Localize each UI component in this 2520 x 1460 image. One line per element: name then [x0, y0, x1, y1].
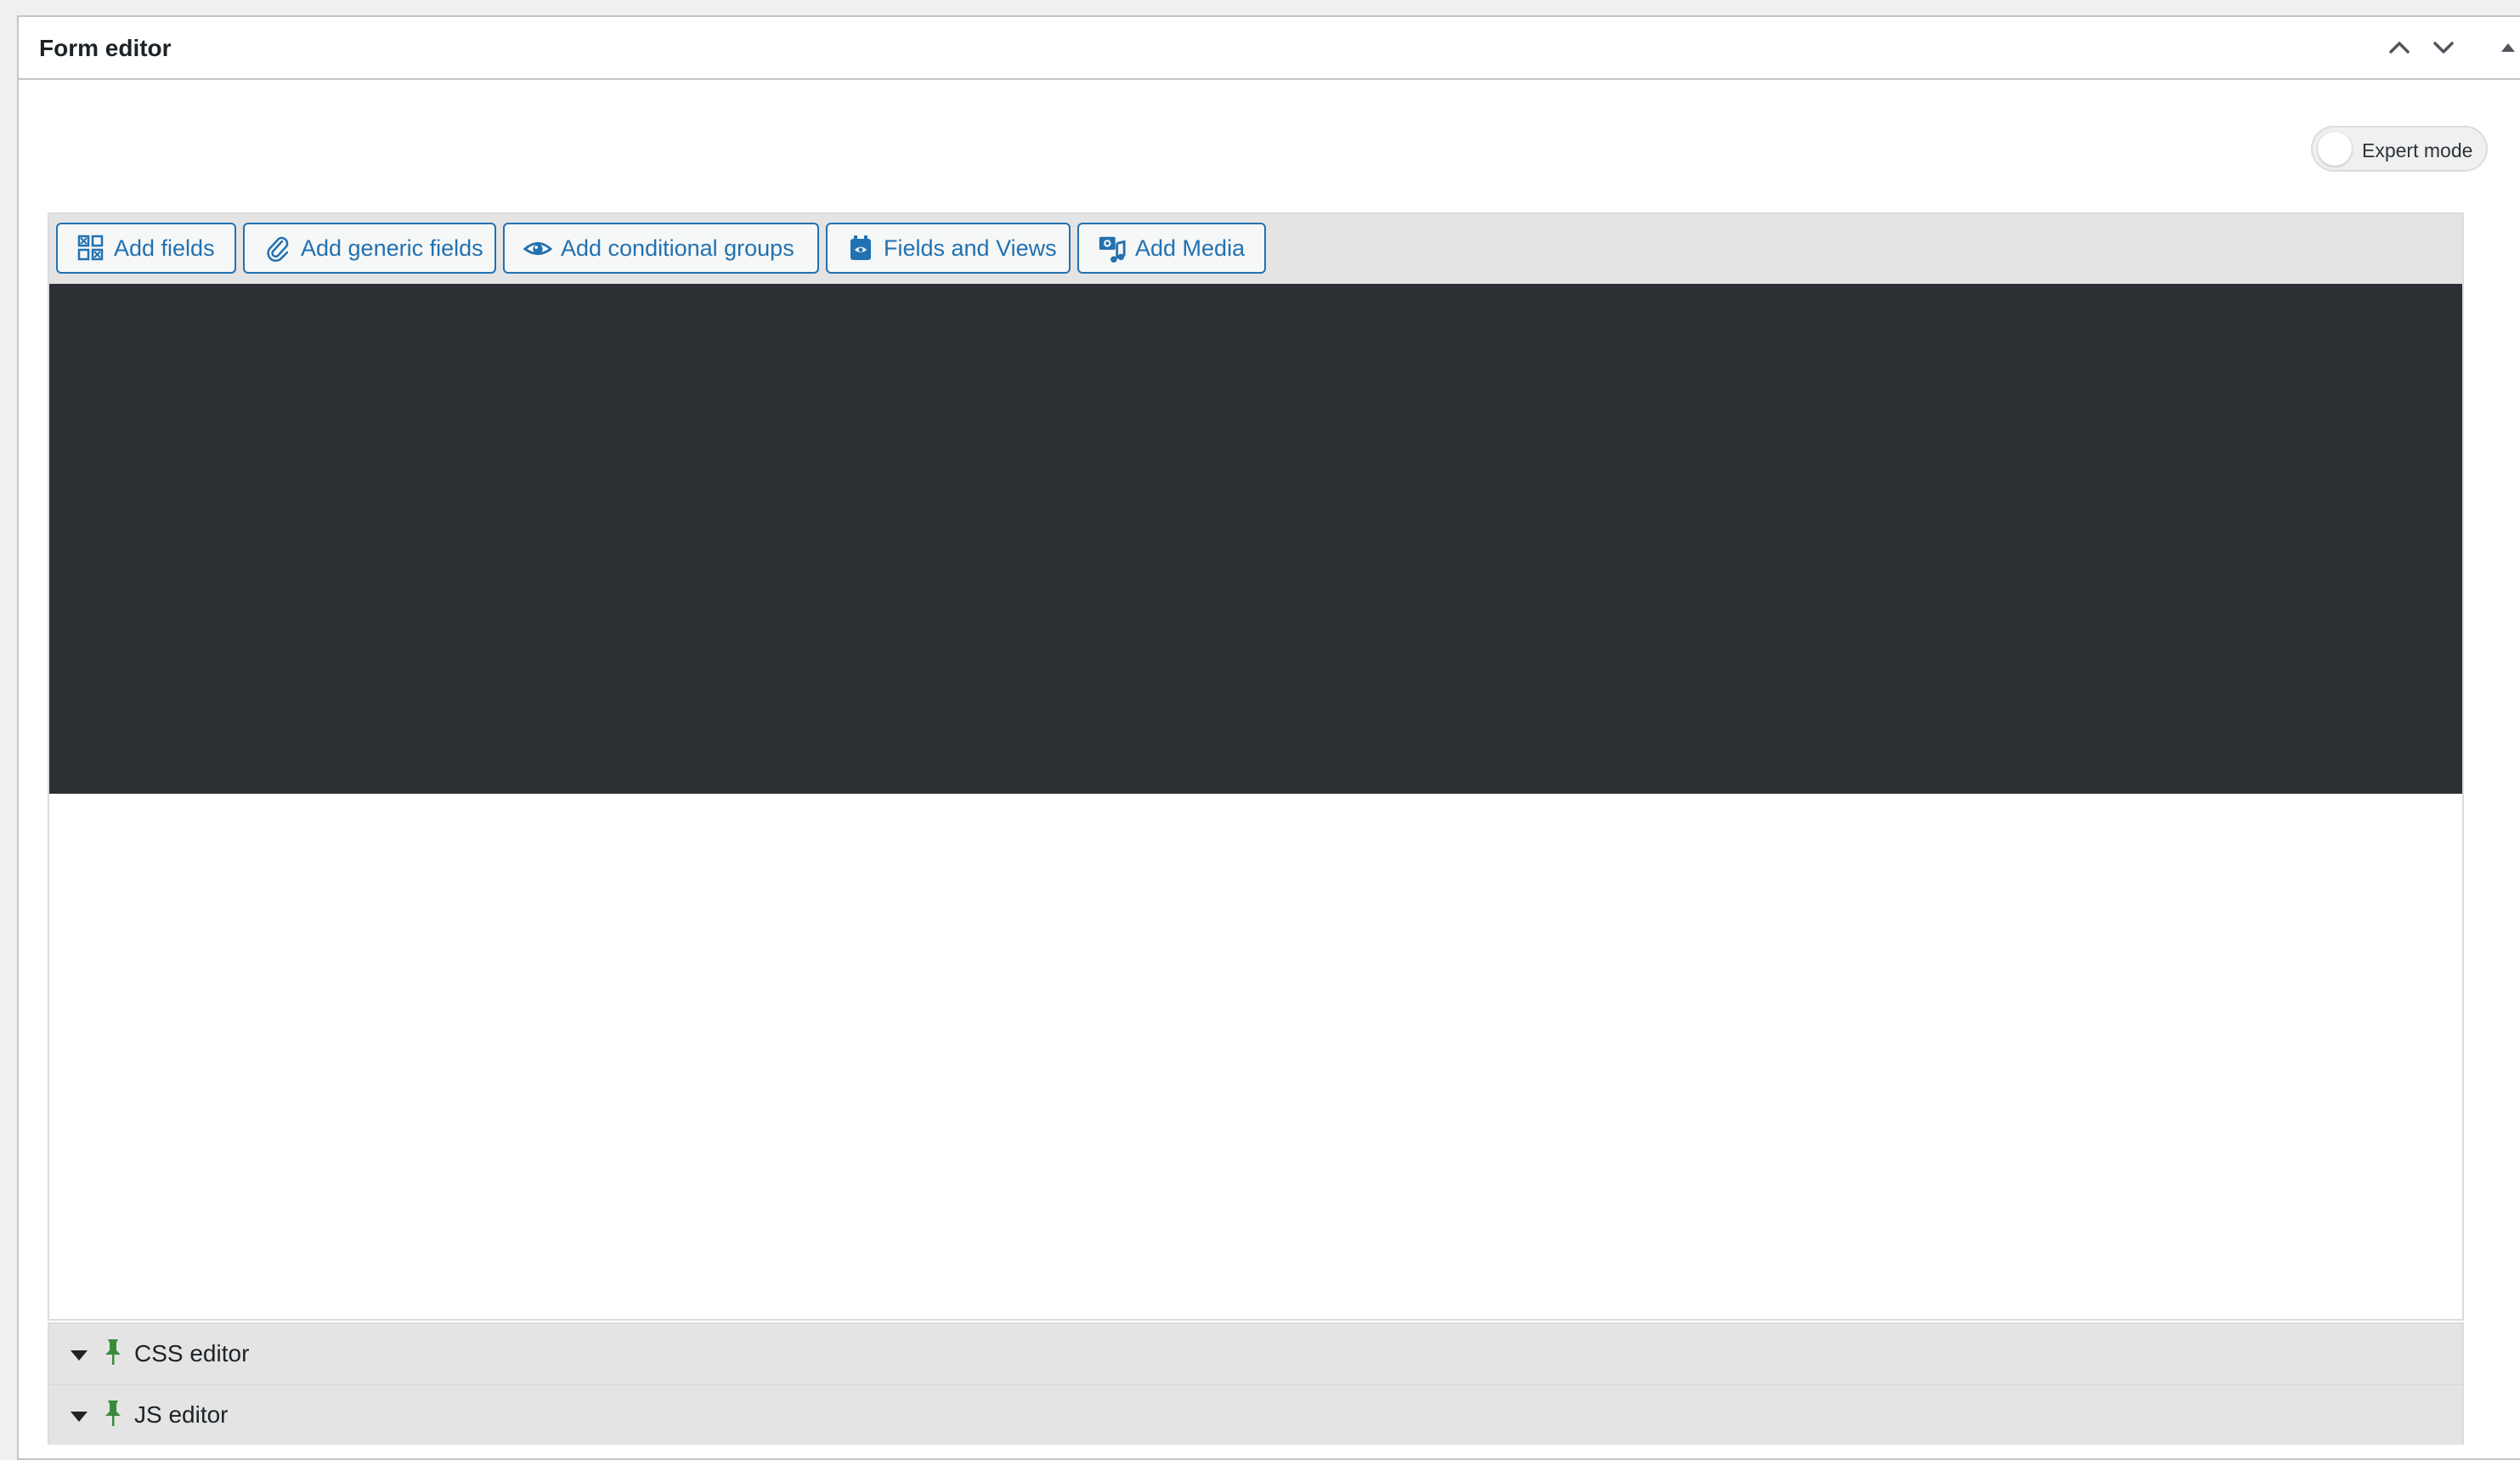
add-generic-fields-button[interactable]: Add generic fields	[243, 223, 496, 274]
fields-and-views-button[interactable]: Fields and Views	[826, 223, 1071, 274]
add-media-button[interactable]: Add Media	[1077, 223, 1266, 274]
paperclip-icon	[263, 234, 292, 263]
pin-icon	[105, 1339, 121, 1365]
add-conditional-groups-button[interactable]: Add conditional groups	[503, 223, 819, 274]
js-editor-label: JS editor	[134, 1401, 229, 1428]
caret-down-icon	[71, 1412, 88, 1422]
code-editor[interactable]	[49, 284, 2462, 794]
chevron-down-icon	[2433, 42, 2454, 54]
panel-header: Form editor	[19, 17, 2520, 80]
add-media-label: Add Media	[1135, 235, 1246, 261]
chevron-up-icon	[2389, 42, 2410, 54]
css-editor-toggle[interactable]: CSS editor	[48, 1322, 2464, 1384]
editor-content-area[interactable]	[49, 794, 2462, 1319]
expert-mode-toggle[interactable]: Expert mode	[2311, 126, 2488, 172]
js-editor-toggle[interactable]: JS editor	[48, 1384, 2464, 1445]
add-fields-button[interactable]: Add fields	[56, 223, 236, 274]
fields-grid-icon	[76, 234, 105, 263]
css-editor-label: CSS editor	[134, 1340, 250, 1367]
form-editor: Add fields Add generic fields Add condit…	[48, 212, 2464, 1321]
move-down-button[interactable]	[2425, 29, 2462, 66]
expert-mode-label: Expert mode	[2362, 139, 2473, 161]
media-icon	[1098, 234, 1127, 263]
collapse-panel-button[interactable]	[2489, 29, 2520, 66]
editor-toolbar: Add fields Add generic fields Add condit…	[49, 214, 2462, 284]
move-up-button[interactable]	[2381, 29, 2418, 66]
toggle-knob	[2318, 132, 2352, 166]
add-fields-label: Add fields	[114, 235, 215, 261]
triangle-up-icon	[2501, 43, 2515, 52]
panel-title: Form editor	[39, 35, 172, 61]
pin-icon	[105, 1401, 121, 1426]
eye-icon	[523, 234, 552, 263]
calendar-icon	[846, 234, 875, 263]
caret-down-icon	[71, 1350, 88, 1361]
add-conditional-groups-label: Add conditional groups	[561, 235, 794, 261]
fields-and-views-label: Fields and Views	[884, 235, 1057, 261]
add-generic-fields-label: Add generic fields	[301, 235, 483, 261]
